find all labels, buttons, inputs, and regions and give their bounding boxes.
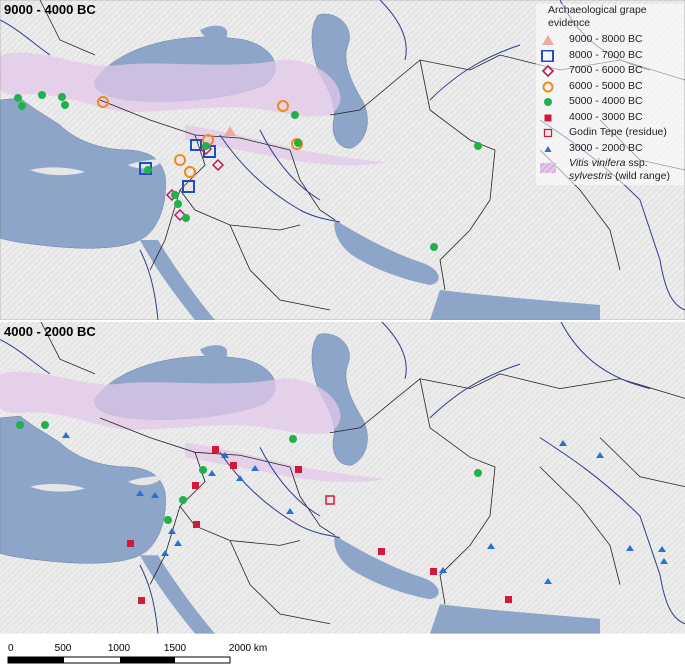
site-marker xyxy=(127,540,134,547)
site-marker xyxy=(193,521,200,528)
scale-tick-label: 1000 xyxy=(107,643,131,654)
site-marker xyxy=(199,466,207,474)
site-marker xyxy=(14,94,22,102)
legend-item: 3000 - 2000 BC xyxy=(536,141,684,157)
legend-item-wild-range: Vitis vinifera ssp. sylvestris (wild rang… xyxy=(536,156,684,185)
legend-item: 6000 - 5000 BC xyxy=(536,79,684,95)
square-outline-small-icon xyxy=(543,128,553,138)
site-marker xyxy=(230,462,237,469)
site-marker xyxy=(164,516,172,524)
small-triangle-icon xyxy=(544,145,552,152)
site-marker xyxy=(291,111,299,119)
site-marker xyxy=(18,102,26,110)
scale-tick-label: 500 xyxy=(54,643,72,654)
site-marker xyxy=(430,243,438,251)
site-marker xyxy=(58,93,66,101)
legend-item: 9000 - 8000 BC xyxy=(536,32,684,48)
map-title-bottom: 4000 - 2000 BC xyxy=(4,324,96,339)
site-marker xyxy=(144,166,152,174)
site-marker xyxy=(505,596,512,603)
site-marker xyxy=(182,214,190,222)
site-marker xyxy=(212,446,219,453)
legend-item: 7000 - 6000 BC xyxy=(536,63,684,79)
legend-item: Godin Tepe (residue) xyxy=(536,125,684,141)
legend-item: 8000 - 7000 BC xyxy=(536,48,684,64)
legend-item: 5000 - 4000 BC xyxy=(536,94,684,110)
site-marker xyxy=(192,482,199,489)
site-marker xyxy=(174,200,182,208)
site-marker xyxy=(430,568,437,575)
site-marker xyxy=(41,421,49,429)
scale-labels: 0 500 1000 1500 2000 km xyxy=(0,643,300,657)
site-marker xyxy=(61,101,69,109)
map-bottom xyxy=(0,319,685,635)
site-marker xyxy=(474,142,482,150)
square-outline-icon xyxy=(541,49,554,62)
scale-bar xyxy=(7,656,231,664)
legend: Archaeological grape evidence 9000 - 800… xyxy=(536,4,684,185)
site-marker xyxy=(38,91,46,99)
hatched-swatch-icon xyxy=(540,162,556,174)
triangle-icon xyxy=(542,35,554,45)
site-marker xyxy=(295,466,302,473)
site-marker xyxy=(378,548,385,555)
site-marker xyxy=(179,496,187,504)
site-marker xyxy=(474,469,482,477)
scale-tick-label: 2000 km xyxy=(228,643,268,654)
diamond-outline-icon xyxy=(541,65,555,77)
site-marker xyxy=(202,142,210,150)
site-marker xyxy=(289,435,297,443)
circle-outline-icon xyxy=(542,81,554,92)
map-title-top: 9000 - 4000 BC xyxy=(4,2,96,17)
circle-icon xyxy=(544,98,552,106)
legend-item: 4000 - 3000 BC xyxy=(536,110,684,126)
scale-tick-label: 0 xyxy=(8,643,14,654)
site-marker xyxy=(294,139,302,147)
site-marker xyxy=(138,597,145,604)
legend-title: Archaeological grape evidence xyxy=(548,4,647,29)
square-icon xyxy=(544,114,552,121)
site-marker xyxy=(171,191,179,199)
site-marker xyxy=(16,421,24,429)
scale-tick-label: 1500 xyxy=(163,643,187,654)
